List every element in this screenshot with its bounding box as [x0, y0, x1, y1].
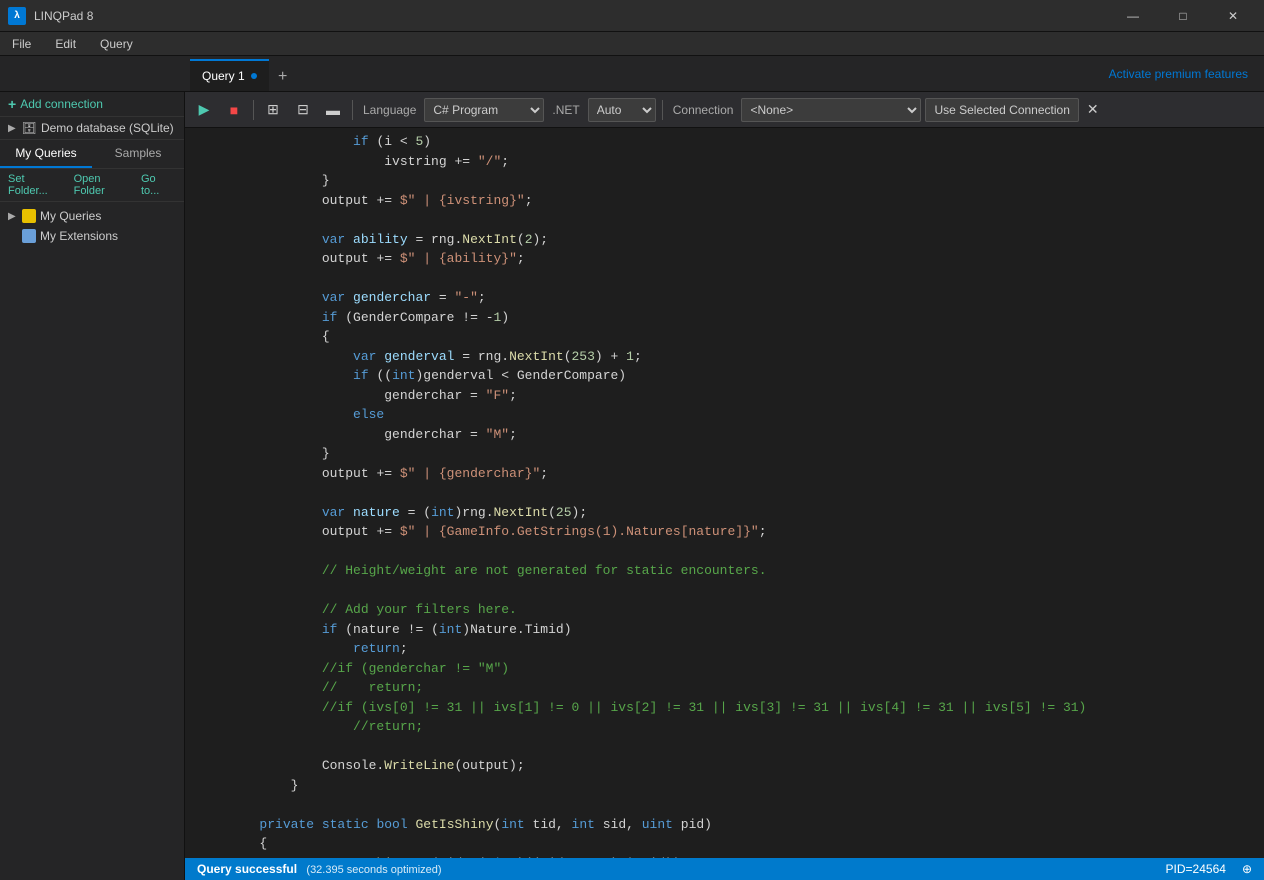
pid-label: PID=24564 — [1166, 862, 1226, 876]
sidebar-tab-samples[interactable]: Samples — [92, 140, 184, 168]
add-connection-label: Add connection — [20, 97, 103, 111]
menubar: File Edit Query — [0, 32, 1264, 56]
tab-query1[interactable]: Query 1 — [190, 59, 269, 91]
main-layout: + Add connection ▶ 🗄 Demo database (SQLi… — [0, 92, 1264, 880]
tabbar: Query 1 + Activate premium features — [0, 56, 1264, 92]
tab-label: Query 1 — [202, 69, 245, 83]
output-button[interactable]: ▬ — [320, 97, 346, 123]
add-tab-button[interactable]: + — [269, 63, 297, 91]
menu-file[interactable]: File — [0, 32, 43, 55]
status-text: Query successful — [197, 862, 297, 876]
minimize-button[interactable]: — — [1110, 0, 1156, 32]
ext-icon — [22, 229, 36, 243]
code-editor[interactable]: if (i < 5) ivstring += "/"; } output += … — [185, 128, 1264, 858]
statusbar-left: Query successful (32.395 seconds optimiz… — [197, 862, 442, 876]
toolbar-sep2 — [352, 100, 353, 120]
run-button[interactable]: ▶ — [191, 97, 217, 123]
menu-query[interactable]: Query — [88, 32, 145, 55]
stop-button[interactable]: ■ — [221, 97, 247, 123]
statusbar-right: PID=24564 ⊕ — [1166, 862, 1252, 876]
set-folder-action[interactable]: Set Folder... — [8, 173, 66, 197]
editor-wrapper: ▶ ■ ⊞ ⊟ ▬ Language C# Program C# Express… — [185, 92, 1264, 880]
dotnet-select[interactable]: Auto .NET 6 .NET 7 — [588, 98, 656, 122]
sidebar-db-item[interactable]: ▶ 🗄 Demo database (SQLite) — [0, 117, 184, 140]
sidebar-tree: ▶ My Queries My Extensions — [0, 202, 184, 880]
toolbar-sep1 — [253, 100, 254, 120]
grid-list-button[interactable]: ⊞ — [260, 97, 286, 123]
connection-select[interactable]: <None> — [741, 98, 921, 122]
sidebar-actions: Set Folder... Open Folder Go to... — [0, 169, 184, 202]
status-timing: (32.395 seconds optimized) — [306, 864, 441, 876]
connection-label: Connection — [669, 103, 738, 117]
use-conn-close-icon[interactable]: ✕ — [1087, 101, 1099, 118]
sidebar: + Add connection ▶ 🗄 Demo database (SQLi… — [0, 92, 185, 880]
tree-item-label: My Queries — [40, 209, 101, 223]
toolbar-sep3 — [662, 100, 663, 120]
code-content: if (i < 5) ivstring += "/"; } output += … — [185, 128, 1264, 858]
db-item-content: 🗄 Demo database (SQLite) — [22, 121, 174, 135]
expand-arrow-icon: ▶ — [8, 123, 16, 134]
titlebar-controls: — □ ✕ — [1110, 0, 1256, 32]
folder-icon — [22, 209, 36, 223]
status-icon: ⊕ — [1242, 862, 1252, 876]
titlebar-title: LINQPad 8 — [34, 9, 93, 23]
tree-item-extensions[interactable]: My Extensions — [0, 226, 184, 246]
app-icon: λ — [8, 7, 26, 25]
titlebar-left: λ LINQPad 8 — [8, 7, 93, 25]
tree-item-myqueries[interactable]: ▶ My Queries — [0, 206, 184, 226]
open-folder-action[interactable]: Open Folder — [74, 173, 133, 197]
statusbar: Query successful (32.395 seconds optimiz… — [185, 858, 1264, 880]
premium-link[interactable]: Activate premium features — [1109, 56, 1264, 91]
dotnet-label: .NET — [548, 103, 583, 117]
goto-action[interactable]: Go to... — [141, 173, 176, 197]
grid-button[interactable]: ⊟ — [290, 97, 316, 123]
sidebar-tab-myqueries[interactable]: My Queries — [0, 140, 92, 168]
close-button[interactable]: ✕ — [1210, 0, 1256, 32]
tree-ext-label: My Extensions — [40, 229, 118, 243]
titlebar: λ LINQPad 8 — □ ✕ — [0, 0, 1264, 32]
maximize-button[interactable]: □ — [1160, 0, 1206, 32]
db-label: Demo database (SQLite) — [41, 121, 174, 135]
language-select[interactable]: C# Program C# Expression C# Statements S… — [424, 98, 544, 122]
tab-modified-dot — [251, 73, 257, 79]
arrow-icon: ▶ — [8, 211, 18, 222]
add-connection-button[interactable]: + Add connection — [0, 92, 184, 117]
toolbar: ▶ ■ ⊞ ⊟ ▬ Language C# Program C# Express… — [185, 92, 1264, 128]
language-label: Language — [359, 103, 420, 117]
sidebar-tabs: My Queries Samples — [0, 140, 184, 169]
use-connection-button[interactable]: Use Selected Connection — [925, 98, 1078, 122]
plus-icon: + — [8, 96, 16, 112]
menu-edit[interactable]: Edit — [43, 32, 88, 55]
